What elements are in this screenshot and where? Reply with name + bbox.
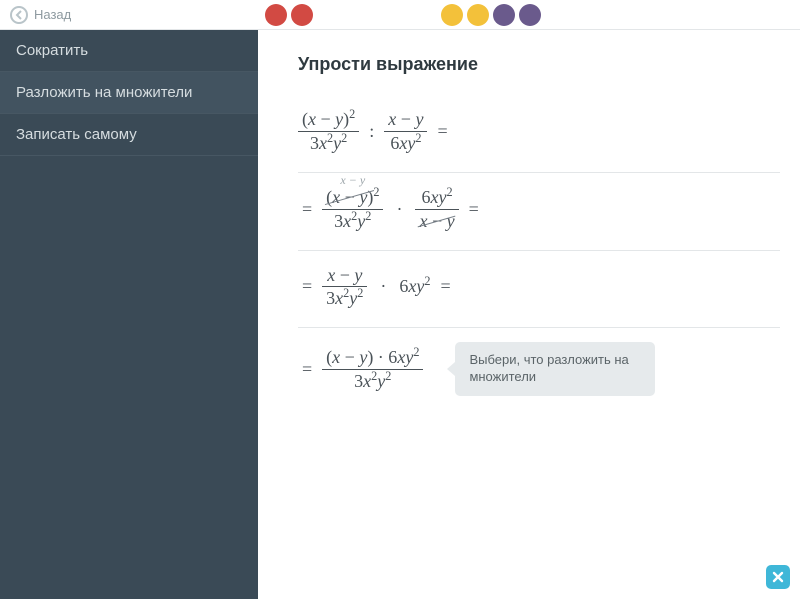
- math-expression: = x − y 3x2y2 6xy2 =: [298, 265, 455, 310]
- back-button[interactable]: Назад: [10, 6, 71, 24]
- sidebar: Сократить Разложить на множители Записат…: [0, 30, 258, 599]
- cancel-label: x − y: [340, 173, 365, 188]
- math-expression: = x − y (x − y)2 3x2y2 6xy2 x − y =: [298, 187, 483, 232]
- sidebar-item-label: Сократить: [16, 42, 88, 59]
- sidebar-item-factor[interactable]: Разложить на множители: [0, 72, 258, 114]
- hint-text: Выбери, что разложить на множители: [469, 352, 628, 384]
- close-icon: [772, 571, 784, 583]
- progress-dot: [265, 4, 287, 26]
- topbar: Назад: [0, 0, 800, 30]
- progress-dot: [519, 4, 541, 26]
- sidebar-item-label: Записать самому: [16, 126, 137, 143]
- step-3: = x − y 3x2y2 6xy2 =: [298, 251, 780, 329]
- progress-dots: [265, 4, 541, 26]
- math-expression: = (x − y) · 6xy2 3x2y2: [298, 347, 423, 392]
- step-4: = (x − y) · 6xy2 3x2y2 Выбери, что разло…: [298, 328, 780, 414]
- page-title: Упрости выражение: [298, 54, 780, 75]
- math-expression: (x − y)2 3x2y2 : x − y 6xy2 =: [298, 109, 452, 154]
- progress-dot: [441, 4, 463, 26]
- back-label: Назад: [34, 7, 71, 22]
- sidebar-item-reduce[interactable]: Сократить: [0, 30, 258, 72]
- progress-dot: [291, 4, 313, 26]
- progress-dot: [467, 4, 489, 26]
- hint-bubble: Выбери, что разложить на множители: [455, 342, 655, 396]
- step-1: (x − y)2 3x2y2 : x − y 6xy2 =: [298, 95, 780, 173]
- close-button[interactable]: [766, 565, 790, 589]
- sidebar-item-write-self[interactable]: Записать самому: [0, 114, 258, 156]
- progress-dot: [493, 4, 515, 26]
- chevron-left-icon: [10, 6, 28, 24]
- content: Упрости выражение (x − y)2 3x2y2 : x − y…: [258, 30, 800, 599]
- step-2: = x − y (x − y)2 3x2y2 6xy2 x − y =: [298, 173, 780, 251]
- sidebar-item-label: Разложить на множители: [16, 84, 192, 101]
